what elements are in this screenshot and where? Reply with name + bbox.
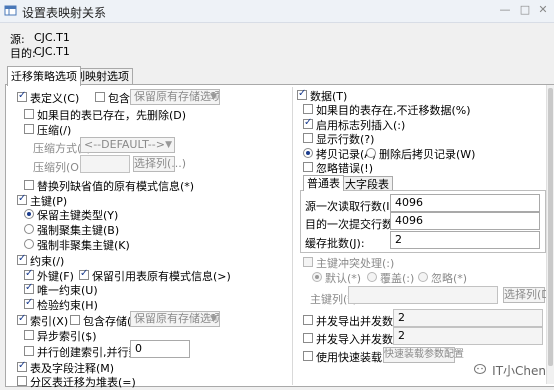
- pk-force-clustered-radio[interactable]: [24, 224, 34, 234]
- compress-checkbox[interactable]: [24, 124, 34, 134]
- index-storage-select[interactable]: 保留原有存储选项 ▼: [130, 311, 220, 327]
- parallel-index-checkbox[interactable]: [24, 346, 34, 356]
- skip-if-data-label: 如果目的表存在,不迁移数据(%): [316, 104, 471, 117]
- async-index-label: 异步索引($): [37, 330, 97, 343]
- minimize-icon[interactable]: —: [498, 3, 512, 17]
- pk-conflict-checkbox[interactable]: [303, 257, 313, 267]
- fast-load-checkbox[interactable]: [303, 351, 313, 361]
- delete-then-copy-label: 删除后拷贝记录(W): [379, 148, 476, 161]
- show-rows-label: 显示行数(?): [316, 133, 375, 146]
- unique-checkbox[interactable]: [24, 282, 34, 294]
- conflict-ignore-label: 忽略(*): [431, 272, 468, 285]
- app-icon: [4, 5, 17, 16]
- pk-cols-input[interactable]: [348, 286, 498, 304]
- target-label: 目的:: [10, 47, 36, 60]
- parallel-export-checkbox[interactable]: [303, 315, 313, 325]
- pk-force-clustered-label: 强制聚集主键(B): [37, 224, 120, 237]
- include-storage-checkbox[interactable]: [95, 92, 105, 102]
- show-rows-checkbox[interactable]: [303, 133, 313, 143]
- close-icon[interactable]: ✕: [536, 3, 550, 17]
- index-label: 索引(X): [30, 315, 69, 328]
- check-constraint-label: 检验约束(H): [37, 299, 98, 312]
- data-checkbox[interactable]: [297, 88, 307, 100]
- read-rows-label: 源一次读取行数(I):: [305, 200, 398, 213]
- title-bar: 设置表映射关系 — □ ✕: [0, 0, 554, 23]
- copy-records-radio[interactable]: [303, 148, 313, 158]
- compress-label: 压缩(/): [37, 124, 72, 137]
- compress-mode-select[interactable]: <--DEFAULT--> ▼: [80, 137, 175, 153]
- index-include-storage-checkbox[interactable]: [70, 315, 80, 325]
- maximize-icon[interactable]: □: [518, 3, 532, 17]
- pk-force-nonclustered-radio[interactable]: [24, 239, 34, 249]
- chevron-down-icon: ▼: [210, 92, 217, 102]
- cache-batches-input[interactable]: 2: [390, 231, 540, 249]
- parallel-export-input[interactable]: 2: [393, 309, 543, 327]
- drop-if-exists-checkbox[interactable]: [24, 109, 34, 119]
- conflict-ignore-radio[interactable]: [418, 272, 428, 282]
- replace-default-checkbox[interactable]: [24, 180, 34, 190]
- read-rows-input[interactable]: 4096: [390, 194, 540, 212]
- keep-ref-schema-checkbox[interactable]: [79, 268, 89, 280]
- pk-keep-type-radio[interactable]: [24, 209, 34, 219]
- check-constraint-checkbox[interactable]: [24, 297, 34, 309]
- choose-cols-button[interactable]: 选择列(...): [133, 156, 186, 172]
- foreign-key-checkbox[interactable]: [24, 268, 34, 280]
- pk-force-nonclustered-label: 强制非聚集主键(K): [37, 239, 130, 252]
- window-title: 设置表映射关系: [22, 6, 107, 20]
- tab-migration-strategy[interactable]: 迁移策略选项: [7, 66, 81, 86]
- choose-pk-cols-button[interactable]: 选择列(D): [503, 287, 554, 303]
- scrollbar[interactable]: [546, 85, 554, 384]
- unique-label: 唯一约束(U): [37, 284, 98, 297]
- parallel-import-checkbox[interactable]: [303, 333, 313, 343]
- pk-keep-type-label: 保留主键类型(Y): [37, 209, 119, 222]
- commit-rows-input[interactable]: 4096: [390, 212, 540, 230]
- table-def-label: 表定义(C): [30, 92, 80, 105]
- index-checkbox[interactable]: [17, 313, 27, 325]
- skip-if-data-checkbox[interactable]: [303, 104, 313, 114]
- tab-normal-table[interactable]: 普通表: [303, 175, 344, 191]
- wechat-icon: [474, 364, 487, 374]
- conflict-overwrite-label: 覆盖(:): [380, 272, 415, 285]
- cache-batches-label: 缓存批数(J):: [305, 237, 365, 250]
- partition-to-heap-label: 分区表迁移为堆表(=): [30, 376, 136, 389]
- enable-identity-checkbox[interactable]: [303, 117, 313, 129]
- source-value: CJC.T1: [34, 31, 70, 44]
- conflict-default-label: 默认(*): [325, 272, 362, 285]
- conflict-overwrite-radio[interactable]: [367, 272, 377, 282]
- drop-if-exists-label: 如果目的表已存在，先删除(D): [37, 109, 187, 122]
- fast-load-config-button[interactable]: 快速装载参数配置: [383, 347, 464, 363]
- ignore-errors-checkbox[interactable]: [303, 162, 313, 172]
- storage-option-select[interactable]: 保留原有存储选项 ▼: [130, 89, 220, 105]
- compress-cols-input[interactable]: [80, 155, 130, 173]
- conflict-default-radio[interactable]: [312, 272, 322, 282]
- chevron-down-icon: ▼: [165, 140, 172, 150]
- primary-key-checkbox[interactable]: [17, 193, 27, 205]
- ignore-errors-label: 忽略错误(!): [316, 162, 373, 175]
- constraint-checkbox[interactable]: [17, 253, 27, 265]
- table-def-checkbox[interactable]: [17, 90, 27, 102]
- target-value: CJC.T1: [34, 45, 70, 58]
- chevron-down-icon: ▼: [210, 314, 217, 324]
- pk-conflict-label: 主键冲突处理(:): [316, 257, 395, 270]
- keep-ref-schema-label: 保留引用表原有模式信息(>): [92, 270, 231, 283]
- replace-default-label: 替换列缺省值的原有模式信息(*): [37, 180, 195, 193]
- column-divider: [292, 87, 293, 385]
- table-comments-checkbox[interactable]: [17, 360, 27, 372]
- scrollbar-thumb[interactable]: [548, 88, 553, 366]
- delete-then-copy-radio[interactable]: [366, 148, 376, 158]
- compress-cols-label: 压缩列(O):: [33, 161, 87, 174]
- parallel-index-input[interactable]: 0: [130, 340, 190, 358]
- watermark: IT小Chen: [474, 362, 546, 379]
- parallel-import-input[interactable]: 2: [393, 327, 543, 345]
- watermark-text: IT小Chen: [492, 364, 546, 378]
- constraint-label: 约束(/): [30, 255, 65, 268]
- async-index-checkbox[interactable]: [24, 330, 34, 340]
